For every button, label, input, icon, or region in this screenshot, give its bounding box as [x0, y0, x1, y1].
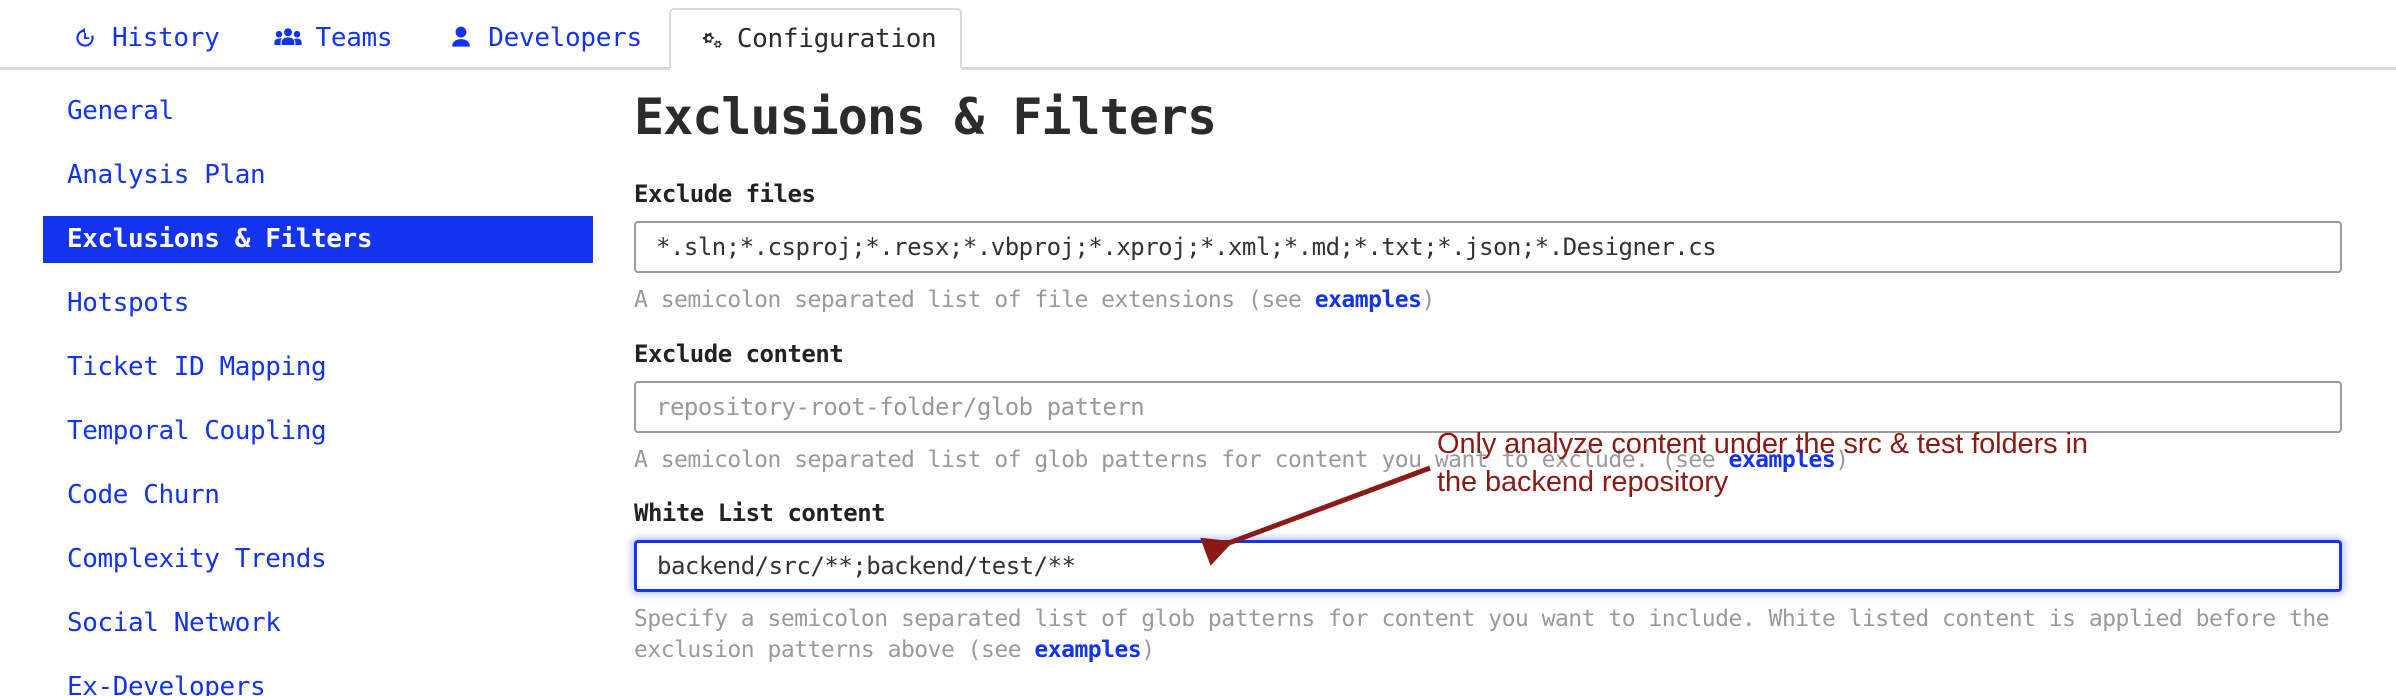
- exclude-files-help: A semicolon separated list of file exten…: [634, 285, 2342, 316]
- sidebar-item-exclusions-filters[interactable]: Exclusions & Filters: [43, 216, 593, 263]
- user-icon: [446, 24, 476, 52]
- white-list-content-examples-link[interactable]: examples: [1034, 637, 1141, 663]
- tab-configuration[interactable]: Configuration: [668, 8, 963, 70]
- tab-teams[interactable]: Teams: [246, 5, 419, 67]
- white-list-content-help-suffix: ): [1141, 636, 1155, 663]
- exclude-files-help-suffix: ): [1421, 287, 1436, 313]
- sidebar-item-ticket-id-mapping[interactable]: Ticket ID Mapping: [43, 344, 593, 391]
- tab-configuration-label: Configuration: [736, 23, 937, 54]
- white-list-content-help: Specify a semicolon separated list of gl…: [634, 604, 2342, 665]
- exclude-files-examples-link[interactable]: examples: [1315, 287, 1422, 313]
- tab-developers[interactable]: Developers: [419, 5, 669, 67]
- sidebar-item-temporal-coupling[interactable]: Temporal Coupling: [43, 408, 593, 455]
- tab-history[interactable]: History: [43, 5, 246, 67]
- exclude-files-label: Exclude files: [634, 180, 816, 208]
- gears-icon: [695, 25, 725, 53]
- sidebar-item-social-network[interactable]: Social Network: [43, 600, 593, 647]
- users-icon: [273, 24, 303, 52]
- page-title: Exclusions & Filters: [634, 88, 1217, 146]
- annotation-text: Only analyze content under the src & tes…: [1437, 428, 2088, 499]
- exclude-files-input[interactable]: [634, 221, 2342, 273]
- field-exclude-files: Exclude files A semicolon separated list…: [634, 180, 2342, 316]
- settings-sidebar: General Analysis Plan Exclusions & Filte…: [43, 88, 593, 696]
- white-list-content-help-prefix: Specify a semicolon separated list of gl…: [634, 606, 2330, 663]
- sidebar-item-hotspots[interactable]: Hotspots: [43, 280, 593, 327]
- history-icon: [70, 24, 100, 52]
- sidebar-item-code-churn[interactable]: Code Churn: [43, 472, 593, 519]
- sidebar-item-general[interactable]: General: [43, 88, 593, 135]
- main-content: Exclusions & Filters Exclude files A sem…: [634, 88, 2342, 689]
- top-tab-bar: History Teams Developers Configuration: [0, 0, 2396, 70]
- sidebar-item-ex-developers[interactable]: Ex-Developers: [43, 664, 593, 696]
- sidebar-item-complexity-trends[interactable]: Complexity Trends: [43, 536, 593, 583]
- tab-developers-label: Developers: [488, 22, 642, 53]
- sidebar-item-analysis-plan[interactable]: Analysis Plan: [43, 152, 593, 199]
- configuration-page: History Teams Developers Configuration G…: [0, 0, 2396, 696]
- tab-history-label: History: [112, 22, 220, 53]
- exclude-files-help-prefix: A semicolon separated list of file exten…: [634, 287, 1315, 313]
- tab-teams-label: Teams: [315, 22, 393, 53]
- exclude-content-label: Exclude content: [634, 339, 844, 368]
